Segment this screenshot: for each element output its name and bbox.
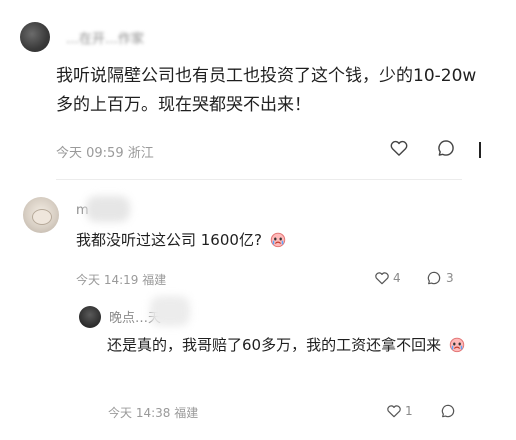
divider (56, 179, 462, 180)
speech-bubble-icon (427, 271, 441, 285)
reply-count: 3 (446, 271, 454, 285)
reply-location: 福建 (174, 406, 199, 420)
name-mosaic (86, 196, 130, 222)
avatar[interactable] (20, 22, 50, 52)
reply-time: 今天 14:19 (76, 273, 139, 287)
like-button[interactable] (374, 270, 390, 290)
reply-meta: 今天 14:19 福建 (76, 271, 166, 288)
reply-text: 我都没听过这公司 1600亿? (76, 231, 262, 249)
author-name[interactable]: …在开…作家 (66, 28, 144, 47)
comment-body: 我听说隔壁公司也有员工也投资了这个钱，少的10-20w 多的上百万。现在哭都哭不… (56, 66, 477, 115)
comment-time: 今天 09:59 (56, 146, 124, 161)
speech-bubble-icon (441, 404, 455, 418)
heart-outline-icon (390, 140, 408, 156)
avatar[interactable] (79, 306, 101, 328)
comment-button[interactable] (440, 403, 456, 423)
avatar[interactable] (23, 197, 59, 233)
heart-outline-icon (375, 272, 389, 285)
like-button[interactable] (386, 403, 402, 423)
reply-time: 今天 14:38 (108, 406, 171, 420)
reply-body: 还是真的，我哥赔了60多万，我的工资还拿不回来 (107, 332, 477, 358)
crying-face-emoji-icon (270, 232, 285, 248)
comment-location: 浙江 (127, 146, 154, 161)
like-count: 1 (405, 404, 413, 418)
reply-body: 我都没听过这公司 1600亿? (76, 229, 287, 250)
like-button[interactable] (389, 138, 409, 162)
reply-location: 福建 (142, 273, 167, 287)
like-count: 4 (393, 271, 401, 285)
heart-outline-icon (387, 405, 401, 418)
reply-meta: 今天 14:38 福建 (108, 404, 198, 421)
speech-bubble-icon (438, 140, 454, 156)
comment-button[interactable] (426, 270, 442, 290)
reply-text: 还是真的，我哥赔了60多万，我的工资还拿不回来 (107, 336, 442, 354)
crying-face-emoji-icon (449, 337, 465, 353)
comment-meta: 今天 09:59 浙江 (56, 142, 154, 161)
text-cursor (479, 142, 481, 158)
comment-button[interactable] (436, 138, 456, 162)
name-mosaic (150, 296, 190, 326)
